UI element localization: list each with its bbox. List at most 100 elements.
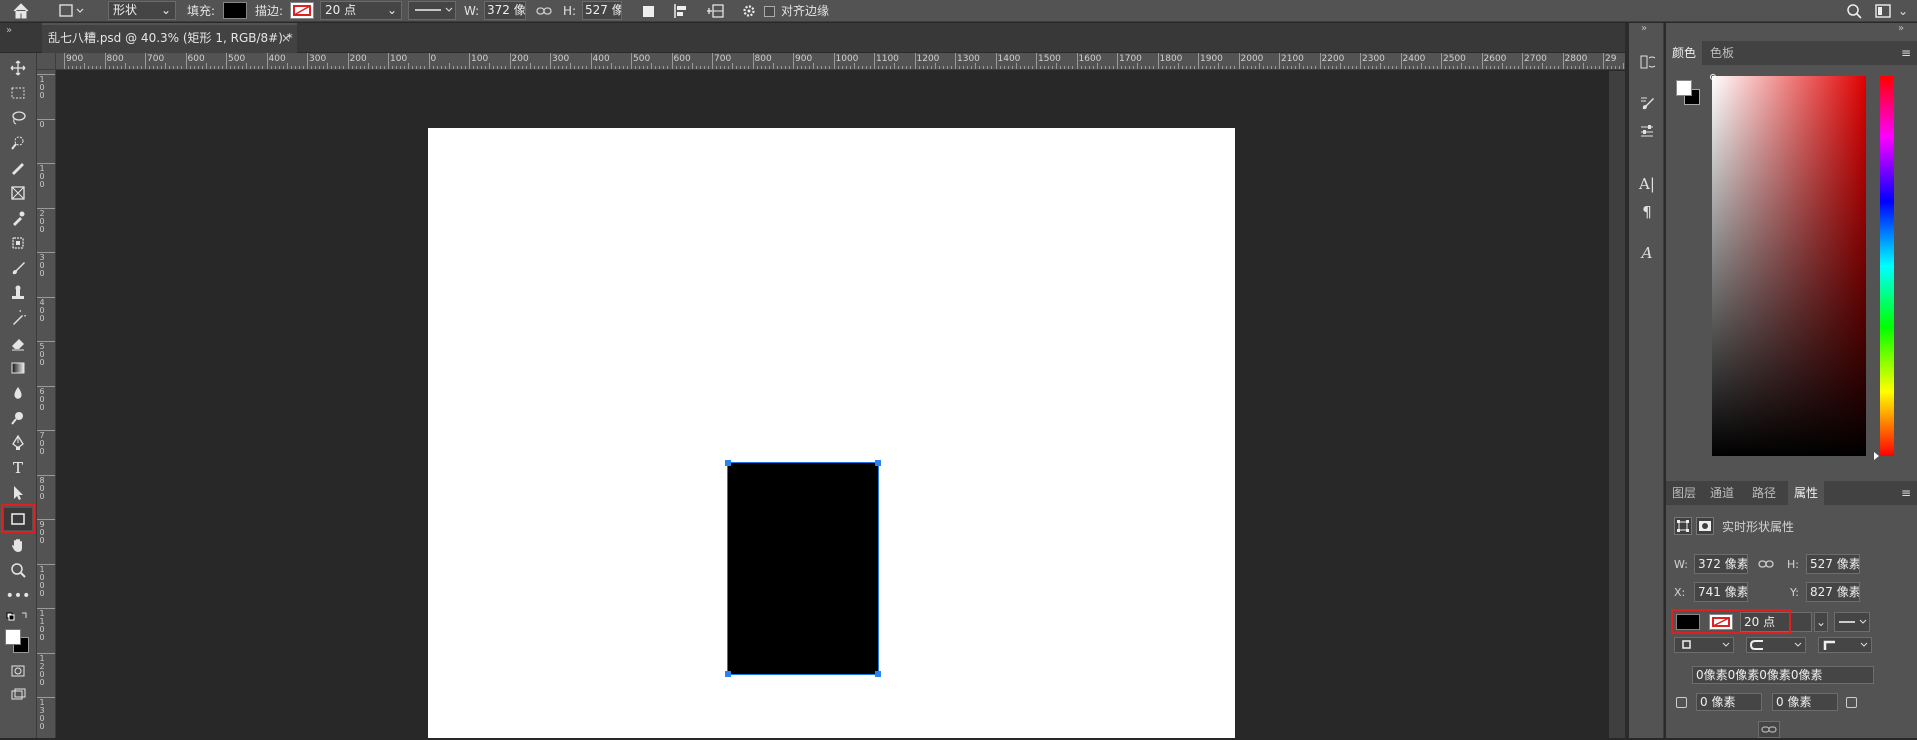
frame-tool-icon[interactable] (4, 182, 32, 204)
vertical-scrollbar[interactable] (1609, 71, 1625, 738)
height-field[interactable]: 527 像 (582, 1, 622, 20)
eyedropper-tool-icon[interactable] (4, 207, 32, 229)
panel-menu-icon[interactable]: ≡ (1901, 41, 1911, 65)
prop-width-field[interactable]: 372 像素 (1694, 554, 1748, 574)
width-field[interactable]: 372 像 (484, 1, 526, 20)
hue-slider-marker[interactable] (1874, 452, 1879, 460)
type-tool-icon[interactable]: T (4, 457, 32, 479)
stroke-width-field[interactable]: 20 点 ⌄ (320, 1, 402, 20)
gear-icon[interactable] (740, 0, 758, 22)
tool-preset-picker[interactable] (56, 0, 86, 22)
link-corners-icon[interactable] (1758, 721, 1780, 738)
history-brush-tool-icon[interactable] (4, 307, 32, 329)
quick-selection-tool-icon[interactable] (4, 132, 32, 154)
hand-tool-icon[interactable] (4, 534, 32, 556)
transform-handle[interactable] (725, 671, 731, 677)
eraser-tool-icon[interactable] (4, 332, 32, 354)
mask-icon[interactable] (1696, 517, 1714, 535)
path-operations-icon[interactable] (640, 0, 658, 22)
workspace-icon[interactable] (1874, 0, 1896, 22)
stroke-swatch[interactable] (290, 2, 314, 19)
ruler-label: 300 (309, 54, 327, 64)
tab-color[interactable]: 颜色 (1666, 41, 1703, 65)
corner-radius-combined-field[interactable]: 0像素0像素0像素0像素 (1692, 666, 1874, 684)
stroke-cap-select[interactable] (1746, 637, 1806, 653)
stroke-join-select[interactable] (1818, 637, 1872, 653)
stamp-tool-icon[interactable] (4, 282, 32, 304)
brush-tool-icon[interactable] (4, 257, 32, 279)
path-arrangement-icon[interactable] (704, 0, 726, 22)
chevron-down-icon[interactable]: ⌄ (1898, 0, 1908, 22)
move-tool-icon[interactable] (4, 57, 32, 79)
foreground-color-swatch[interactable] (5, 629, 21, 645)
swap-colors-icon[interactable] (4, 609, 32, 625)
close-icon[interactable]: × (281, 25, 291, 51)
link-dimensions-icon[interactable] (1758, 555, 1774, 576)
collapse-toolbar-icon[interactable]: » (6, 25, 12, 36)
ruler-label: 1 0 0 (39, 75, 45, 100)
history-panel-icon[interactable] (1636, 51, 1658, 73)
ruler-minor-tick (1303, 66, 1305, 69)
expand-panels-icon[interactable]: » (1641, 23, 1647, 34)
home-icon[interactable] (10, 0, 38, 22)
zoom-tool-icon[interactable] (4, 559, 32, 581)
stroke-type-select[interactable] (408, 1, 456, 20)
prop-stroke-type-select[interactable] (1834, 612, 1870, 632)
lasso-tool-icon[interactable] (4, 107, 32, 129)
path-alignment-icon[interactable] (672, 0, 690, 22)
ruler-tick (104, 53, 106, 69)
paragraph-panel-icon[interactable]: ¶ (1636, 201, 1658, 223)
stroke-align-select[interactable] (1674, 637, 1734, 653)
ruler-tick (833, 53, 835, 69)
adjustments-icon[interactable] (1636, 120, 1658, 142)
ruler-minor-tick (521, 66, 523, 69)
more-tools-icon[interactable]: ••• (4, 585, 32, 607)
screen-mode-icon[interactable] (4, 684, 32, 706)
prop-y-field[interactable]: 827 像素 (1806, 582, 1860, 602)
tab-paths[interactable]: 路径 (1746, 481, 1782, 505)
hue-slider[interactable] (1880, 76, 1894, 456)
quick-mask-icon[interactable] (4, 660, 32, 682)
character-panel-icon[interactable]: A| (1636, 173, 1658, 195)
glyphs-panel-icon[interactable]: A (1636, 242, 1658, 264)
tab-channels[interactable]: 通道 (1704, 481, 1740, 505)
ruler-minor-tick (1445, 66, 1447, 69)
ruler-minor-tick (294, 66, 296, 69)
dodge-tool-icon[interactable] (4, 407, 32, 429)
prop-height-field[interactable]: 527 像素 (1806, 554, 1860, 574)
ruler-label: 200 (349, 54, 367, 64)
link-dimensions-icon[interactable] (536, 0, 552, 22)
ruler-tick (37, 474, 55, 476)
corner-tr-field[interactable]: 0 像素 (1772, 693, 1838, 711)
mode-select[interactable]: 形状 ⌄ (108, 1, 176, 20)
transform-handle[interactable] (875, 671, 881, 677)
rectangle-shape[interactable] (727, 462, 879, 675)
blur-tool-icon[interactable] (4, 382, 32, 404)
color-picker-marker[interactable] (1710, 74, 1716, 80)
search-icon[interactable] (1845, 0, 1863, 22)
color-field[interactable] (1712, 76, 1866, 456)
collapse-panels-icon[interactable]: » (1898, 23, 1904, 34)
patch-tool-icon[interactable] (4, 232, 32, 254)
align-edges-checkbox[interactable] (764, 6, 775, 17)
marquee-tool-icon[interactable] (4, 82, 32, 104)
tab-swatches[interactable]: 色板 (1704, 41, 1740, 65)
corner-tl-field[interactable]: 0 像素 (1696, 693, 1762, 711)
pen-tool-icon[interactable] (4, 432, 32, 454)
path-selection-tool-icon[interactable] (4, 482, 32, 504)
tab-layers[interactable]: 图层 (1666, 481, 1702, 505)
brush-settings-icon[interactable] (1636, 91, 1658, 113)
document-tab[interactable]: 乱七八糟.psd @ 40.3% (矩形 1, RGB/8#) * × (42, 23, 297, 53)
fill-swatch[interactable] (223, 2, 247, 19)
pen-crop-tool-icon[interactable] (4, 157, 32, 179)
ruler-minor-tick (663, 66, 665, 69)
chevron-down-icon[interactable]: ⌄ (1814, 612, 1828, 632)
gradient-tool-icon[interactable] (4, 357, 32, 379)
transform-handle[interactable] (725, 460, 731, 466)
transform-handle[interactable] (875, 460, 881, 466)
tab-properties[interactable]: 属性 (1788, 481, 1825, 505)
ruler-label: 1000 (835, 54, 859, 64)
panel-menu-icon[interactable]: ≡ (1901, 481, 1911, 505)
foreground-color-chip[interactable] (1676, 80, 1692, 96)
prop-x-field[interactable]: 741 像素 (1694, 582, 1748, 602)
